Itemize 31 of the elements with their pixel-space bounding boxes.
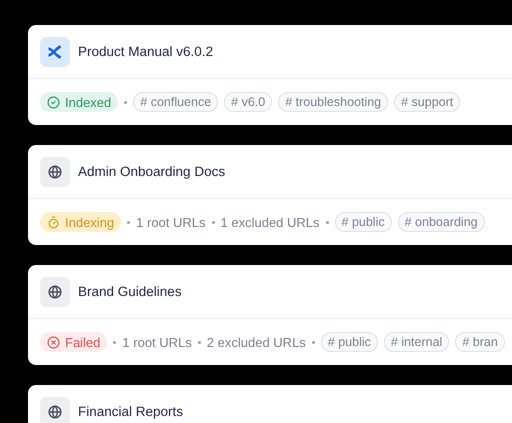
source-title: Product Manual v6.0.2 xyxy=(78,44,214,59)
source-title: Brand Guidelines xyxy=(78,284,182,299)
stopwatch-icon xyxy=(47,216,60,228)
status-badge: Failed xyxy=(40,332,108,352)
source-card[interactable]: Financial Reports xyxy=(28,385,512,423)
tag-chip[interactable]: # public xyxy=(320,332,378,352)
check-circle-icon xyxy=(47,96,60,108)
source-title: Financial Reports xyxy=(78,404,184,419)
tag-chip[interactable]: # bran xyxy=(455,332,505,352)
tag-chip[interactable]: # public xyxy=(334,212,392,232)
url-count: 1 root URLs xyxy=(122,334,192,350)
tag-chip[interactable]: # troubleshooting xyxy=(278,92,388,112)
tag-chip[interactable]: # confluence xyxy=(133,92,218,112)
status-badge: Indexed xyxy=(40,92,118,112)
globe-icon xyxy=(48,164,62,178)
globe-icon xyxy=(48,284,62,298)
source-title: Admin Onboarding Docs xyxy=(78,164,226,179)
source-card[interactable]: Admin Onboarding Docs Indexing 1 root URLs 1 excluded URLs # public # onboarding xyxy=(28,145,512,245)
tag-chip[interactable]: # internal xyxy=(384,332,450,352)
status-badge: Indexing xyxy=(40,212,122,232)
url-count: 2 excluded URLs xyxy=(206,334,306,350)
tag-chip[interactable]: # onboarding xyxy=(398,212,485,232)
source-card[interactable]: Brand Guidelines Failed 1 root URLs 2 excluded URLs # public # internal # bran xyxy=(28,265,512,365)
tag-chip[interactable]: # support xyxy=(394,92,460,112)
cross-logo-icon xyxy=(47,44,63,60)
tag-chip[interactable]: # v6.0 xyxy=(224,92,272,112)
globe-icon xyxy=(48,404,62,418)
url-count: 1 root URLs xyxy=(136,214,206,230)
source-card[interactable]: Product Manual v6.0.2 Indexed # confluence # v6.0 # troubleshooting # support xyxy=(28,25,512,125)
url-count: 1 excluded URLs xyxy=(220,214,320,230)
x-circle-icon xyxy=(47,336,60,348)
